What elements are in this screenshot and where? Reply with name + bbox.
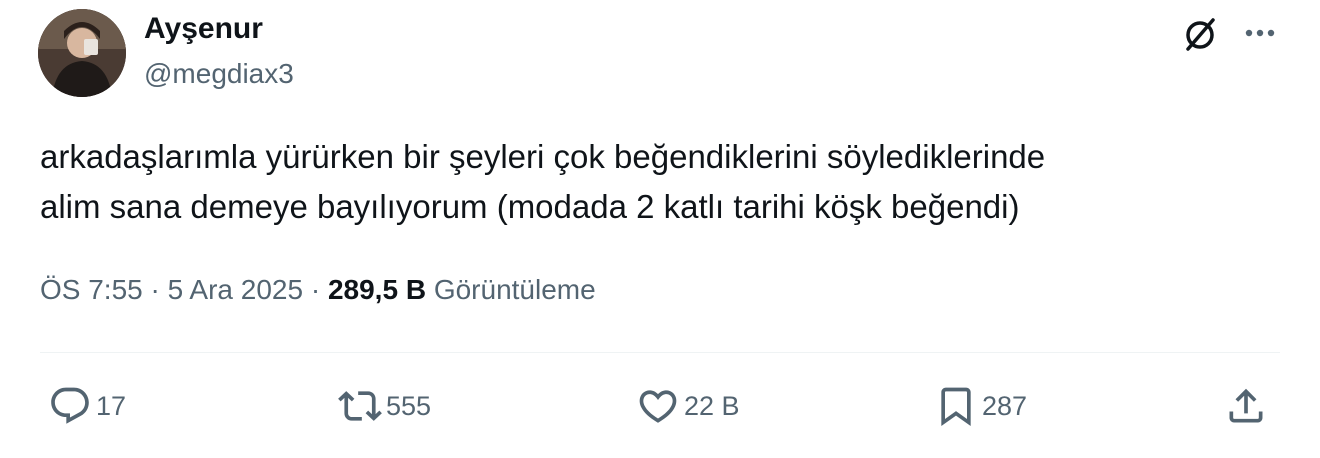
like-icon	[639, 390, 677, 423]
bookmark-button[interactable]: 287	[934, 384, 1027, 428]
reply-button[interactable]: 17	[48, 384, 126, 428]
tweet-meta: ÖS 7:55 · 5 Ara 2025 · 289,5 B Görüntüle…	[40, 274, 596, 306]
meta-separator: ·	[303, 274, 328, 305]
bookmark-count: 287	[982, 390, 1028, 421]
repost-button[interactable]: 555	[338, 384, 431, 428]
divider	[40, 352, 1280, 353]
meta-separator: ·	[142, 274, 168, 305]
reply-icon	[51, 387, 89, 424]
repost-icon	[338, 391, 382, 421]
tweet-date[interactable]: 5 Ara 2025	[168, 274, 303, 305]
views-count: 289,5 B	[327, 274, 427, 305]
more-icon[interactable]	[1242, 18, 1278, 48]
views-label: Görüntüleme	[426, 274, 596, 305]
tweet-time[interactable]: ÖS 7:55	[40, 274, 143, 305]
grok-icon[interactable]	[1180, 14, 1220, 54]
share-icon	[1229, 388, 1263, 423]
avatar[interactable]	[38, 9, 126, 97]
like-count: 22 B	[684, 390, 740, 421]
reply-count: 17	[96, 390, 127, 421]
share-button[interactable]	[1224, 384, 1268, 428]
avatar-image	[38, 9, 126, 97]
tweet-text: arkadaşlarımla yürürken bir şeyleri çok …	[40, 138, 1046, 225]
repost-count: 555	[386, 390, 432, 421]
author-display-name[interactable]: Ayşenur	[144, 12, 263, 46]
author-handle[interactable]: @megdiax3	[144, 58, 294, 90]
like-button[interactable]: 22 B	[636, 384, 740, 428]
bookmark-icon	[941, 387, 971, 427]
